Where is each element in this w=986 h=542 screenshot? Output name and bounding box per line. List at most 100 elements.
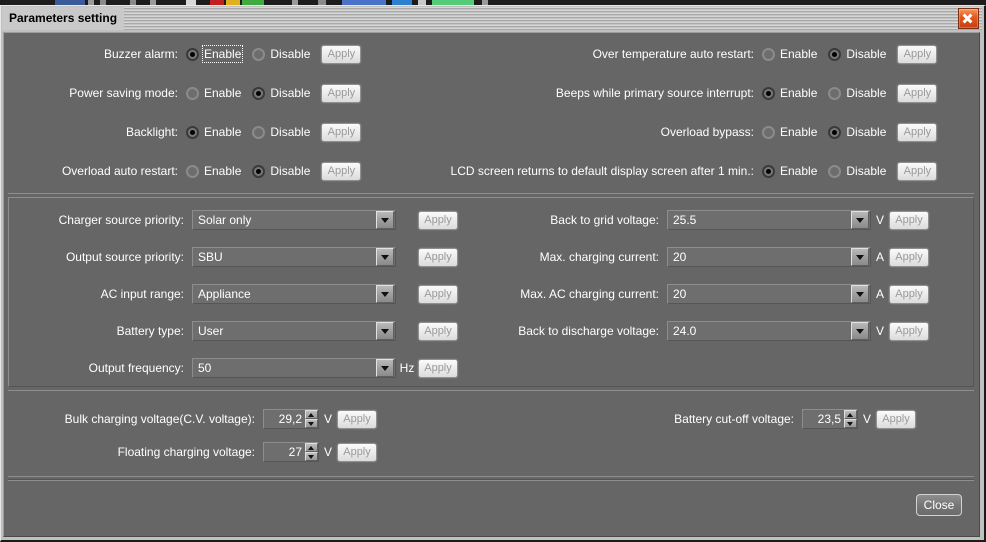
close-x-icon[interactable] [958, 8, 979, 29]
radio-option-enable[interactable]: Enable [186, 86, 241, 100]
apply-button[interactable]: Apply [897, 161, 938, 181]
radio-option-label: Disable [846, 86, 887, 100]
apply-button[interactable]: Apply [897, 122, 938, 142]
combobox-value: User [198, 324, 224, 338]
apply-button[interactable]: Apply [889, 321, 929, 341]
combobox[interactable]: User [192, 321, 396, 341]
radio-enable-icon[interactable] [186, 86, 199, 100]
radio-option-label: Disable [846, 125, 887, 139]
radio-enable-icon[interactable] [186, 164, 199, 178]
radio-option-enable[interactable]: Enable [186, 164, 241, 178]
spinner-value[interactable]: 29,2 [264, 410, 305, 428]
radio-option-disable[interactable]: Disable [252, 86, 310, 100]
spinner-up-icon[interactable] [305, 410, 318, 419]
apply-button[interactable]: Apply [337, 442, 377, 462]
radio-enable-icon[interactable] [762, 164, 775, 178]
radio-option-disable[interactable]: Disable [828, 125, 886, 139]
chevron-down-icon[interactable] [376, 285, 394, 303]
chevron-down-icon[interactable] [376, 322, 394, 340]
radio-enable-icon[interactable] [762, 86, 775, 100]
spinner-down-icon[interactable] [305, 419, 318, 428]
radio-disable-icon[interactable] [828, 86, 842, 100]
combobox[interactable]: Solar only [192, 210, 396, 230]
radio-option-disable[interactable]: Disable [252, 125, 310, 139]
radio-option-enable[interactable]: Enable [762, 47, 817, 61]
combobox[interactable]: 24.0 [667, 321, 871, 341]
radio-option-enable[interactable]: Enable [186, 125, 241, 139]
radio-option-disable[interactable]: Disable [252, 47, 310, 61]
radio-option-enable[interactable]: Enable [762, 164, 817, 178]
chevron-down-icon[interactable] [851, 322, 869, 340]
field-label: Power saving mode: [69, 86, 178, 100]
radio-enable-icon[interactable] [762, 125, 775, 139]
chevron-down-icon[interactable] [376, 359, 394, 377]
spinner-arrows [305, 443, 318, 461]
spinner-down-icon[interactable] [844, 419, 857, 428]
radio-option-disable[interactable]: Disable [252, 164, 310, 178]
apply-button[interactable]: Apply [889, 210, 929, 230]
radio-option-disable[interactable]: Disable [828, 86, 886, 100]
spinner-down-icon[interactable] [305, 452, 318, 461]
apply-button[interactable]: Apply [876, 409, 916, 429]
numeric-spinner[interactable]: 29,2 [263, 409, 319, 429]
unit-label: A [875, 287, 884, 301]
close-button[interactable]: Close [916, 494, 962, 516]
apply-button[interactable]: Apply [337, 409, 377, 429]
radio-option-enable[interactable]: Enable [186, 45, 244, 63]
spinner-value[interactable]: 23,5 [803, 410, 844, 428]
field-label: Floating charging voltage: [117, 445, 255, 459]
radio-option-enable[interactable]: Enable [762, 125, 817, 139]
radio-disable-icon[interactable] [828, 47, 842, 61]
apply-button[interactable]: Apply [418, 247, 458, 267]
spinner-up-icon[interactable] [844, 410, 857, 419]
radio-option-label: Enable [204, 125, 242, 139]
radio-disable-icon[interactable] [252, 164, 266, 178]
apply-button[interactable]: Apply [321, 122, 362, 142]
chevron-down-icon[interactable] [851, 211, 869, 229]
dialog-client-area: Close Buzzer alarm: Enable Disable Apply Pow… [3, 32, 980, 537]
spinner-value[interactable]: 27 [264, 443, 305, 461]
combobox[interactable]: Appliance [192, 284, 396, 304]
unit-label: V [875, 324, 884, 338]
radio-disable-icon[interactable] [252, 86, 266, 100]
chevron-down-icon[interactable] [376, 211, 394, 229]
apply-button[interactable]: Apply [418, 321, 458, 341]
apply-button[interactable]: Apply [321, 83, 362, 103]
radio-disable-icon[interactable] [252, 125, 266, 139]
radio-disable-icon[interactable] [252, 47, 266, 61]
apply-button[interactable]: Apply [321, 44, 362, 64]
combobox[interactable]: 20 [667, 247, 871, 267]
combobox-value: 24.0 [673, 324, 697, 338]
apply-button[interactable]: Apply [897, 44, 938, 64]
window-titlebar[interactable]: Parameters setting [2, 7, 982, 30]
radio-group: Enable Disable [186, 45, 321, 63]
spinner-up-icon[interactable] [305, 443, 318, 452]
chevron-down-icon[interactable] [851, 248, 869, 266]
numeric-spinner[interactable]: 27 [263, 442, 319, 462]
chevron-down-icon[interactable] [376, 248, 394, 266]
combobox[interactable]: SBU [192, 247, 396, 267]
radio-enable-icon[interactable] [762, 47, 775, 61]
radio-enable-icon[interactable] [186, 47, 199, 61]
combobox[interactable]: 25.5 [667, 210, 871, 230]
field-label: Buzzer alarm: [103, 47, 178, 61]
radio-option-disable[interactable]: Disable [828, 47, 886, 61]
apply-button[interactable]: Apply [889, 247, 929, 267]
combobox[interactable]: 20 [667, 284, 871, 304]
apply-button[interactable]: Apply [897, 83, 938, 103]
combobox-value: 50 [198, 361, 212, 375]
apply-button[interactable]: Apply [321, 161, 362, 181]
radio-option-enable[interactable]: Enable [762, 86, 817, 100]
numeric-spinner[interactable]: 23,5 [802, 409, 858, 429]
radio-option-disable[interactable]: Disable [828, 164, 886, 178]
apply-button[interactable]: Apply [418, 284, 458, 304]
combobox-value: Appliance [198, 287, 251, 301]
apply-button[interactable]: Apply [418, 210, 458, 230]
radio-disable-icon[interactable] [828, 164, 842, 178]
radio-disable-icon[interactable] [828, 125, 842, 139]
combobox[interactable]: 50 [192, 358, 396, 378]
chevron-down-icon[interactable] [851, 285, 869, 303]
apply-button[interactable]: Apply [418, 358, 458, 378]
radio-enable-icon[interactable] [186, 125, 199, 139]
apply-button[interactable]: Apply [889, 284, 929, 304]
